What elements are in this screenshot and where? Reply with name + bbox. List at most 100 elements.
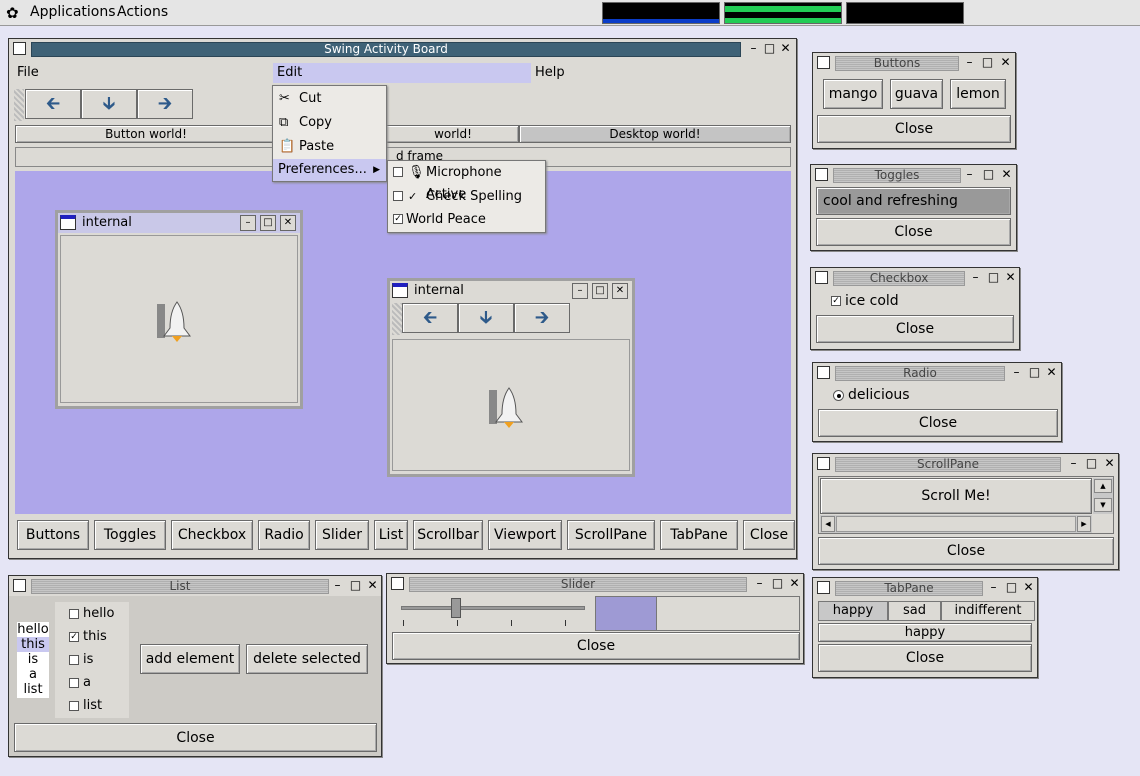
internal-frame-1[interactable]: internal – □ ✕ <box>55 210 303 409</box>
maximize-icon[interactable]: □ <box>260 215 276 231</box>
bottom-close-button[interactable]: Close <box>743 520 795 550</box>
scroll-up-icon[interactable]: ▲ <box>1094 479 1112 493</box>
maximize-icon[interactable]: □ <box>987 271 1000 284</box>
ice-cold-checkbox[interactable]: ✓ ice cold <box>831 293 899 309</box>
window-menu-icon[interactable] <box>13 579 26 592</box>
bottom-toggles-button[interactable]: Toggles <box>94 520 166 550</box>
maximize-icon[interactable]: □ <box>1005 581 1018 594</box>
down-button[interactable]: 🡳 <box>81 89 137 119</box>
window-menu-icon[interactable] <box>13 42 26 55</box>
tab-sad[interactable]: sad <box>888 601 941 621</box>
minimize-icon[interactable]: – <box>1067 457 1080 470</box>
close-icon[interactable]: ✕ <box>1022 581 1035 594</box>
scroll-me-button[interactable]: Scroll Me! <box>820 478 1092 514</box>
close-icon[interactable]: ✕ <box>1000 168 1013 181</box>
close-icon[interactable]: ✕ <box>280 215 296 231</box>
menu-help[interactable]: Help <box>535 65 565 80</box>
horizontal-scrollbar[interactable]: ◀ ▶ <box>820 515 1092 533</box>
scroll-down-icon[interactable]: ▼ <box>1094 498 1112 512</box>
radio-close-button[interactable]: Close <box>818 409 1058 437</box>
menu-item-cut[interactable]: ✂ Cut <box>273 88 386 110</box>
slider[interactable] <box>401 598 585 630</box>
list-item[interactable]: hello <box>17 622 49 637</box>
forward-button[interactable]: 🡲 <box>514 303 570 333</box>
actions-menu[interactable]: Actions <box>117 4 168 20</box>
back-button[interactable]: 🡰 <box>25 89 81 119</box>
iconify-icon[interactable]: – <box>240 215 256 231</box>
delete-selected-button[interactable]: delete selected <box>246 644 368 674</box>
slider-thumb[interactable] <box>451 598 461 618</box>
maximize-icon[interactable]: □ <box>763 42 776 55</box>
tab-indifferent[interactable]: indifferent <box>941 601 1035 621</box>
close-icon[interactable]: ✕ <box>1103 457 1116 470</box>
window-menu-icon[interactable] <box>815 271 828 284</box>
toolbar-grip[interactable] <box>14 89 24 121</box>
menu-item-preferences[interactable]: Preferences... ▶ <box>273 159 386 181</box>
minimize-icon[interactable]: – <box>969 271 982 284</box>
minimize-icon[interactable]: – <box>747 42 760 55</box>
checkbox-list-item[interactable]: is <box>69 652 93 667</box>
toggle-button[interactable]: cool and refreshing <box>816 187 1011 215</box>
toggles-close-button[interactable]: Close <box>816 218 1011 246</box>
internal-frame-1-titlebar[interactable]: internal – □ ✕ <box>58 213 300 233</box>
checkbox-list-item[interactable]: a <box>69 675 91 690</box>
minimize-icon[interactable]: – <box>987 581 1000 594</box>
window-menu-icon[interactable] <box>391 577 404 590</box>
menu-edit[interactable] <box>273 63 531 83</box>
window-menu-icon[interactable] <box>817 581 830 594</box>
bottom-viewport-button[interactable]: Viewport <box>488 520 562 550</box>
internal-frame-2[interactable]: internal – □ ✕ 🡰 🡳 🡲 <box>387 278 635 477</box>
window-menu-icon[interactable] <box>817 56 830 69</box>
foot-icon[interactable]: ✿ <box>6 4 22 22</box>
window-menu-icon[interactable] <box>817 457 830 470</box>
list-item[interactable]: a <box>17 667 49 682</box>
close-icon[interactable]: ✕ <box>788 577 801 590</box>
text-list[interactable]: hello this is a list <box>17 622 49 698</box>
close-icon[interactable]: ✕ <box>1004 271 1017 284</box>
down-button[interactable]: 🡳 <box>458 303 514 333</box>
maximize-icon[interactable]: □ <box>771 577 784 590</box>
maximize-icon[interactable]: □ <box>349 579 362 592</box>
checkbox-list-item[interactable]: hello <box>69 606 114 621</box>
scrollpane-close-button[interactable]: Close <box>818 537 1114 565</box>
iconify-icon[interactable]: – <box>572 283 588 299</box>
close-icon[interactable]: ✕ <box>612 283 628 299</box>
minimize-icon[interactable]: – <box>963 56 976 69</box>
maximize-icon[interactable]: □ <box>981 56 994 69</box>
list-close-button[interactable]: Close <box>14 723 377 752</box>
close-icon[interactable]: ✕ <box>999 56 1012 69</box>
slider-close-button[interactable]: Close <box>392 632 800 660</box>
bottom-scrollbar-button[interactable]: Scrollbar <box>413 520 483 550</box>
menu-item-microphone[interactable]: 🎙 Microphone Active <box>388 162 545 202</box>
window-menu-icon[interactable] <box>817 366 830 379</box>
bottom-tabpane-button[interactable]: TabPane <box>660 520 738 550</box>
maximize-icon[interactable]: □ <box>1085 457 1098 470</box>
scroll-thumb[interactable] <box>836 516 1076 532</box>
tab-happy[interactable]: happy <box>818 601 888 621</box>
applications-menu[interactable]: Applications <box>30 4 116 20</box>
maximize-icon[interactable]: □ <box>1028 366 1041 379</box>
minimize-icon[interactable]: – <box>753 577 766 590</box>
menu-item-paste[interactable]: 📋 Paste <box>273 136 386 158</box>
minimize-icon[interactable]: – <box>1010 366 1023 379</box>
forward-button[interactable]: 🡲 <box>137 89 193 119</box>
internal-frame-2-titlebar[interactable]: internal – □ ✕ <box>390 281 632 301</box>
minimize-icon[interactable]: – <box>963 168 976 181</box>
buttons-close-button[interactable]: Close <box>817 115 1011 143</box>
mango-button[interactable]: mango <box>823 79 883 109</box>
checkbox-close-button[interactable]: Close <box>816 315 1014 343</box>
bottom-scrollpane-button[interactable]: ScrollPane <box>567 520 655 550</box>
bottom-slider-button[interactable]: Slider <box>315 520 369 550</box>
tab-button-world[interactable]: Button world! <box>15 125 277 143</box>
close-icon[interactable]: ✕ <box>779 42 792 55</box>
back-button[interactable]: 🡰 <box>402 303 458 333</box>
lemon-button[interactable]: lemon <box>950 79 1006 109</box>
menu-item-world-peace[interactable]: ✓ World Peace <box>388 209 545 231</box>
list-item[interactable]: list <box>17 682 49 697</box>
vertical-scrollbar[interactable]: ▲ ▼ <box>1093 478 1113 514</box>
bottom-checkbox-button[interactable]: Checkbox <box>171 520 253 550</box>
spelling-checkbox[interactable] <box>393 191 403 201</box>
close-icon[interactable]: ✕ <box>1045 366 1058 379</box>
microphone-checkbox[interactable] <box>393 167 403 177</box>
window-menu-icon[interactable] <box>815 168 828 181</box>
